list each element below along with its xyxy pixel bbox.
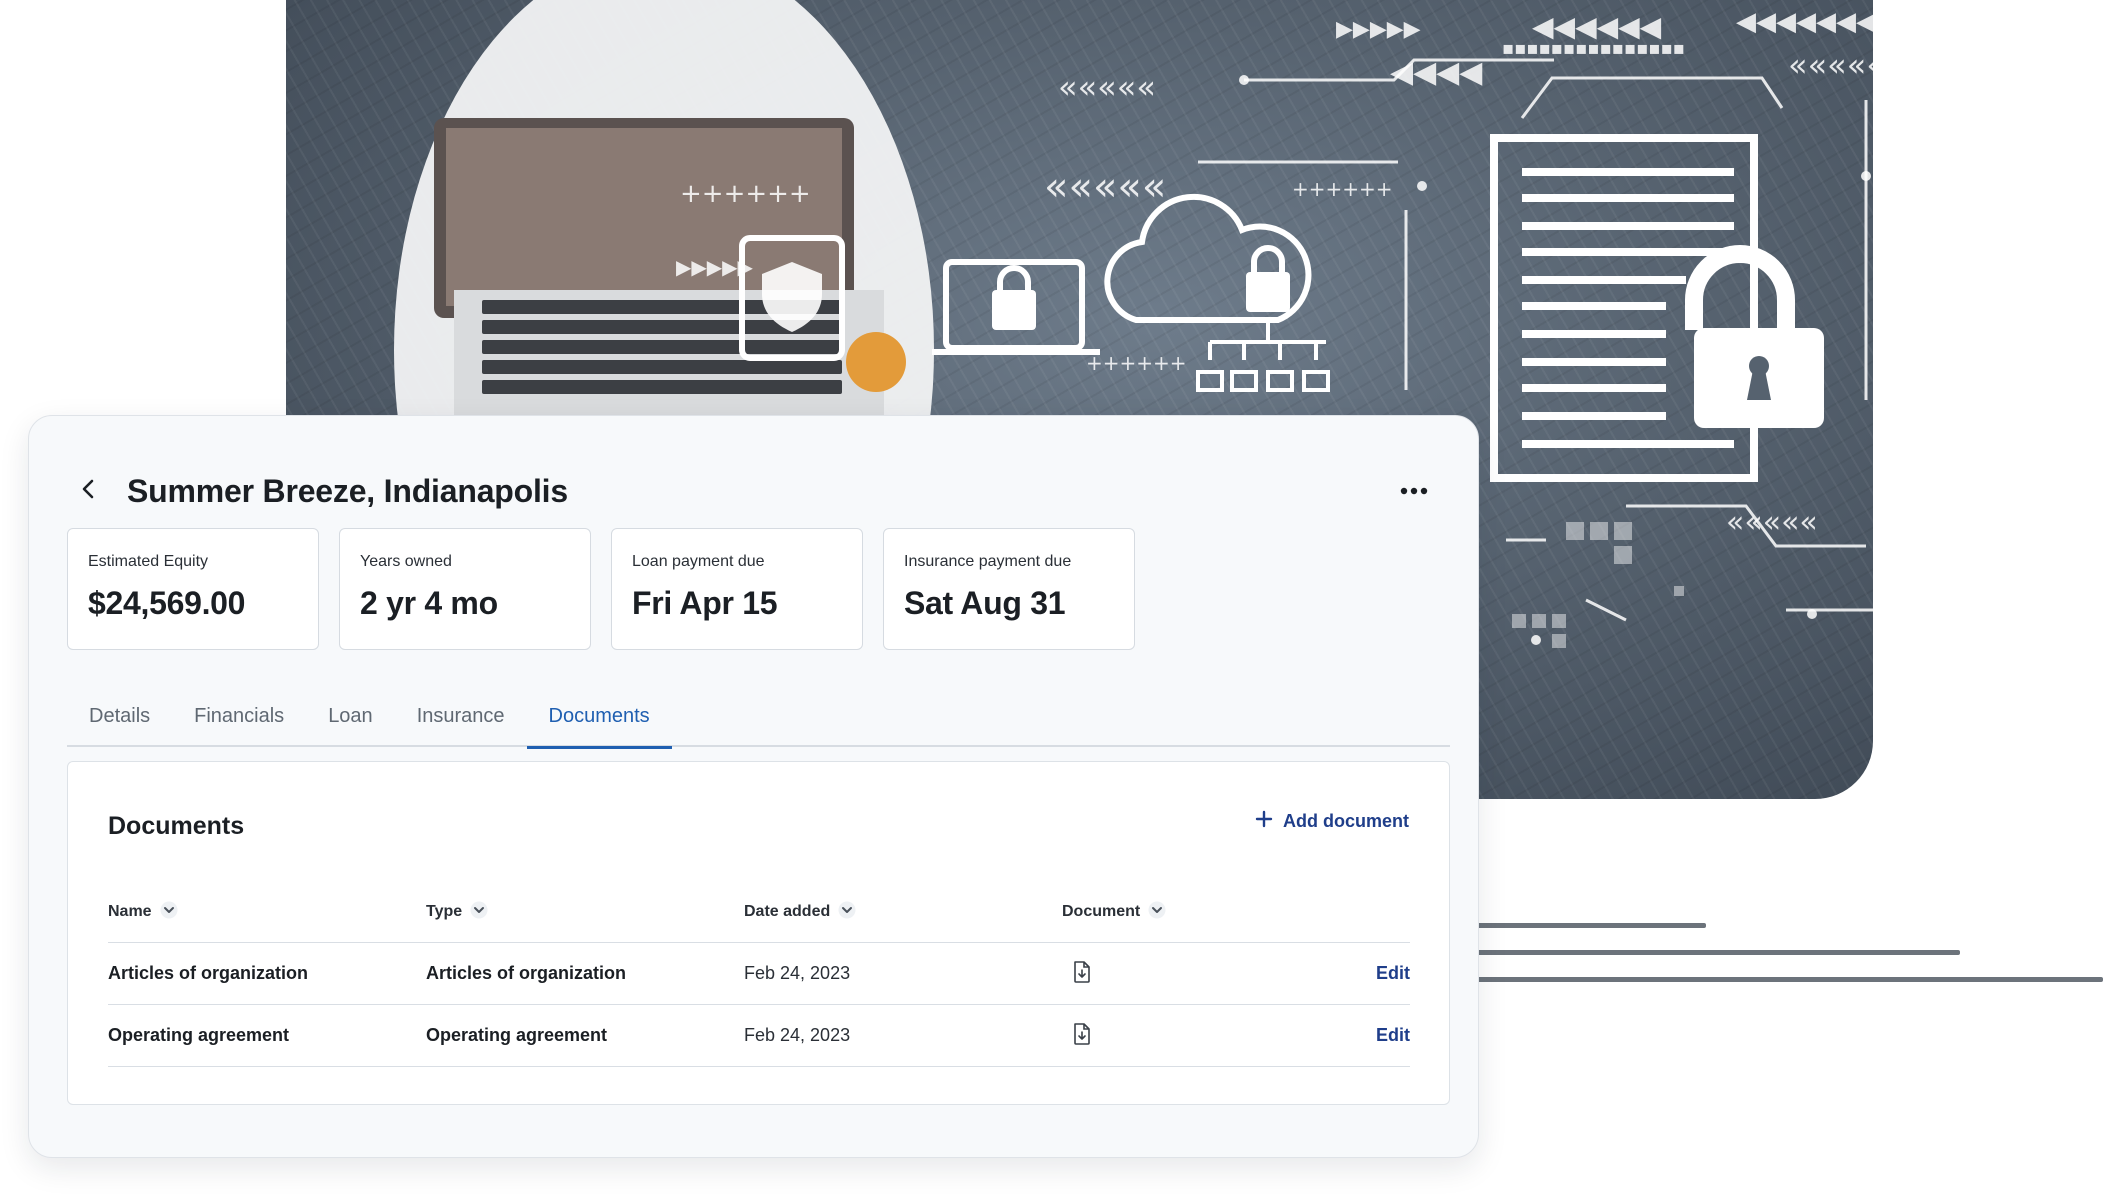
svg-text:▪▪▪▪▪▪▪▪▪▪▪▪▪▪▪: ▪▪▪▪▪▪▪▪▪▪▪▪▪▪▪ <box>1502 38 1685 59</box>
card-header: Summer Breeze, Indianapolis <box>69 456 1438 526</box>
stat-card-years-owned: Years owned 2 yr 4 mo <box>339 528 591 650</box>
svg-text:«««««: ««««« <box>1726 505 1818 540</box>
table-header: Name Type Date added Document <box>108 882 1410 943</box>
column-header-label: Date added <box>744 903 831 920</box>
column-header-document[interactable]: Document <box>1062 901 1262 924</box>
svg-text:◀◀◀◀: ◀◀◀◀ <box>1390 55 1482 90</box>
tab-loan[interactable]: Loan <box>306 686 395 747</box>
stat-label: Years owned <box>360 553 452 570</box>
document-date: Feb 24, 2023 <box>744 1025 851 1045</box>
document-name: Operating agreement <box>108 1025 290 1045</box>
document-date: Feb 24, 2023 <box>744 963 851 983</box>
decorative-line <box>1460 977 2103 982</box>
file-download-icon[interactable] <box>1070 1022 1094 1046</box>
documents-table: Name Type Date added Document Articles o… <box>108 882 1410 1067</box>
tab-documents[interactable]: Documents <box>526 686 672 749</box>
more-horizontal-icon <box>1400 482 1428 500</box>
add-document-button[interactable]: Add document <box>1255 810 1409 833</box>
stat-card-estimated-equity: Estimated Equity $24,569.00 <box>67 528 319 650</box>
stats-row: Estimated Equity $24,569.00 Years owned … <box>67 528 1135 650</box>
documents-heading: Documents <box>108 812 245 840</box>
page-title: Summer Breeze, Indianapolis <box>127 472 568 509</box>
back-button[interactable] <box>69 471 109 511</box>
svg-text:«««««: ««««« <box>1058 68 1156 106</box>
stat-label: Insurance payment due <box>904 553 1072 570</box>
stat-value: $24,569.00 <box>88 585 246 621</box>
edit-link[interactable]: Edit <box>1376 963 1410 983</box>
svg-text:++++++: ++++++ <box>1086 351 1187 375</box>
stat-card-insurance-payment-due: Insurance payment due Sat Aug 31 <box>883 528 1135 650</box>
svg-text:«««««: ««««« <box>1044 164 1166 210</box>
stat-label: Loan payment due <box>632 553 765 570</box>
chevron-down-icon <box>838 901 856 924</box>
table-row: Operating agreement Operating agreement … <box>108 1005 1410 1067</box>
file-download-icon[interactable] <box>1070 960 1094 984</box>
column-header-label: Type <box>426 903 463 920</box>
decorative-line <box>1460 923 1706 928</box>
chevron-down-icon <box>160 901 178 924</box>
stat-label: Estimated Equity <box>88 553 209 570</box>
column-header-type[interactable]: Type <box>426 901 744 924</box>
document-name: Articles of organization <box>108 963 309 983</box>
table-row: Articles of organization Articles of org… <box>108 943 1410 1005</box>
tab-financials[interactable]: Financials <box>172 686 306 747</box>
chevron-left-icon <box>78 478 100 505</box>
plus-icon <box>1255 810 1273 833</box>
tab-insurance[interactable]: Insurance <box>395 686 527 747</box>
chevron-down-icon <box>470 901 488 924</box>
stat-value: Sat Aug 31 <box>904 585 1066 621</box>
document-type: Articles of organization <box>426 963 627 983</box>
svg-text:▶▶▶▶▶: ▶▶▶▶▶ <box>1336 17 1421 42</box>
svg-text:▶▶▶▶▶: ▶▶▶▶▶ <box>676 255 754 279</box>
svg-text:«««««: ««««« <box>1788 46 1873 84</box>
stat-card-loan-payment-due: Loan payment due Fri Apr 15 <box>611 528 863 650</box>
svg-text:◀◀◀◀◀◀◀: ◀◀◀◀◀◀◀ <box>1736 7 1873 37</box>
svg-text:++++++: ++++++ <box>680 179 811 209</box>
more-options-button[interactable] <box>1390 471 1438 511</box>
edit-link[interactable]: Edit <box>1376 1025 1410 1045</box>
column-header-date-added[interactable]: Date added <box>744 901 1062 924</box>
property-card: Summer Breeze, Indianapolis Estimated Eq… <box>28 415 1479 1158</box>
tab-details[interactable]: Details <box>67 686 172 747</box>
chevron-down-icon <box>1148 901 1166 924</box>
document-type: Operating agreement <box>426 1025 608 1045</box>
column-header-label: Document <box>1062 903 1141 920</box>
column-header-label: Name <box>108 903 152 920</box>
documents-panel: Documents Add document Name Type Date ad… <box>67 761 1450 1105</box>
column-header-name[interactable]: Name <box>108 901 426 924</box>
stat-value: Fri Apr 15 <box>632 585 778 621</box>
svg-text:++++++: ++++++ <box>1292 177 1393 201</box>
stat-value: 2 yr 4 mo <box>360 585 498 621</box>
decorative-line <box>1460 950 1960 955</box>
tab-bar: Details Financials Loan Insurance Docume… <box>67 686 1450 749</box>
add-document-label: Add document <box>1283 811 1409 831</box>
